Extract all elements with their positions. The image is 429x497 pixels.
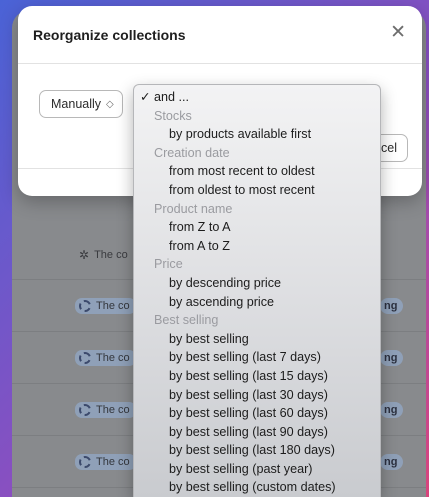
sparkle-icon: ✲	[79, 248, 90, 262]
sort-mode-label: Manually	[51, 97, 102, 111]
menu-item[interactable]: from most recent to oldest	[134, 162, 380, 181]
menu-item[interactable]: by descending price	[134, 274, 380, 293]
menu-group-product-name: Product name	[154, 201, 233, 216]
menu-item[interactable]: by best selling (last 30 days)	[134, 386, 380, 405]
sort-mode-select[interactable]: Manually ◇	[39, 90, 123, 118]
menu-item[interactable]: from Z to A	[134, 218, 380, 237]
gear-icon	[79, 404, 91, 416]
status-badge: ng	[380, 454, 404, 470]
chevron-updown-icon: ◇	[106, 98, 114, 110]
menu-item[interactable]: by best selling (custom dates)	[134, 478, 380, 497]
menu-item[interactable]: from oldest to most recent	[134, 181, 380, 200]
menu-item[interactable]: by products available first	[134, 125, 380, 144]
collection-tag: The co	[75, 402, 136, 418]
menu-item[interactable]: by best selling (last 180 days)	[134, 441, 380, 460]
close-icon[interactable]: ✕	[390, 23, 406, 42]
menu-item-selected[interactable]: ✓ and ...	[134, 88, 380, 107]
collection-name: The co	[96, 404, 130, 416]
menu-group-price: Price	[154, 257, 183, 272]
menu-group-stocks: Stocks	[154, 108, 192, 123]
collection-name: The co	[96, 456, 130, 468]
collection-name: The co	[94, 249, 128, 261]
menu-item[interactable]: by best selling (last 60 days)	[134, 404, 380, 423]
status-badge: ng	[380, 402, 404, 418]
menu-item[interactable]: by best selling (last 15 days)	[134, 367, 380, 386]
gear-icon	[79, 300, 91, 312]
menu-item[interactable]: by best selling (last 90 days)	[134, 423, 380, 442]
menu-item[interactable]: by ascending price	[134, 293, 380, 312]
menu-item[interactable]: from A to Z	[134, 237, 380, 256]
modal-title: Reorganize collections	[33, 27, 186, 43]
menu-group-best-selling: Best selling	[154, 313, 219, 328]
modal-header: Reorganize collections ✕	[18, 6, 422, 64]
collection-tag: The co	[75, 298, 136, 314]
status-badge: ng	[380, 350, 404, 366]
collection-tag: The co	[75, 350, 136, 366]
collection-tag: The co	[75, 454, 136, 470]
collection-name: The co	[96, 300, 130, 312]
menu-group-creation-date: Creation date	[154, 145, 230, 160]
sort-dropdown-menu[interactable]: ✓ and ... Stocks by products available f…	[133, 84, 381, 497]
status-badge: ng	[380, 298, 404, 314]
gear-icon	[79, 352, 91, 364]
menu-item[interactable]: by best selling (past year)	[134, 460, 380, 479]
gear-icon	[79, 456, 91, 468]
menu-item[interactable]: by best selling	[134, 330, 380, 349]
collection-name: The co	[96, 352, 130, 364]
menu-item[interactable]: by best selling (last 7 days)	[134, 348, 380, 367]
collection-tag: ✲ The co	[75, 246, 134, 264]
